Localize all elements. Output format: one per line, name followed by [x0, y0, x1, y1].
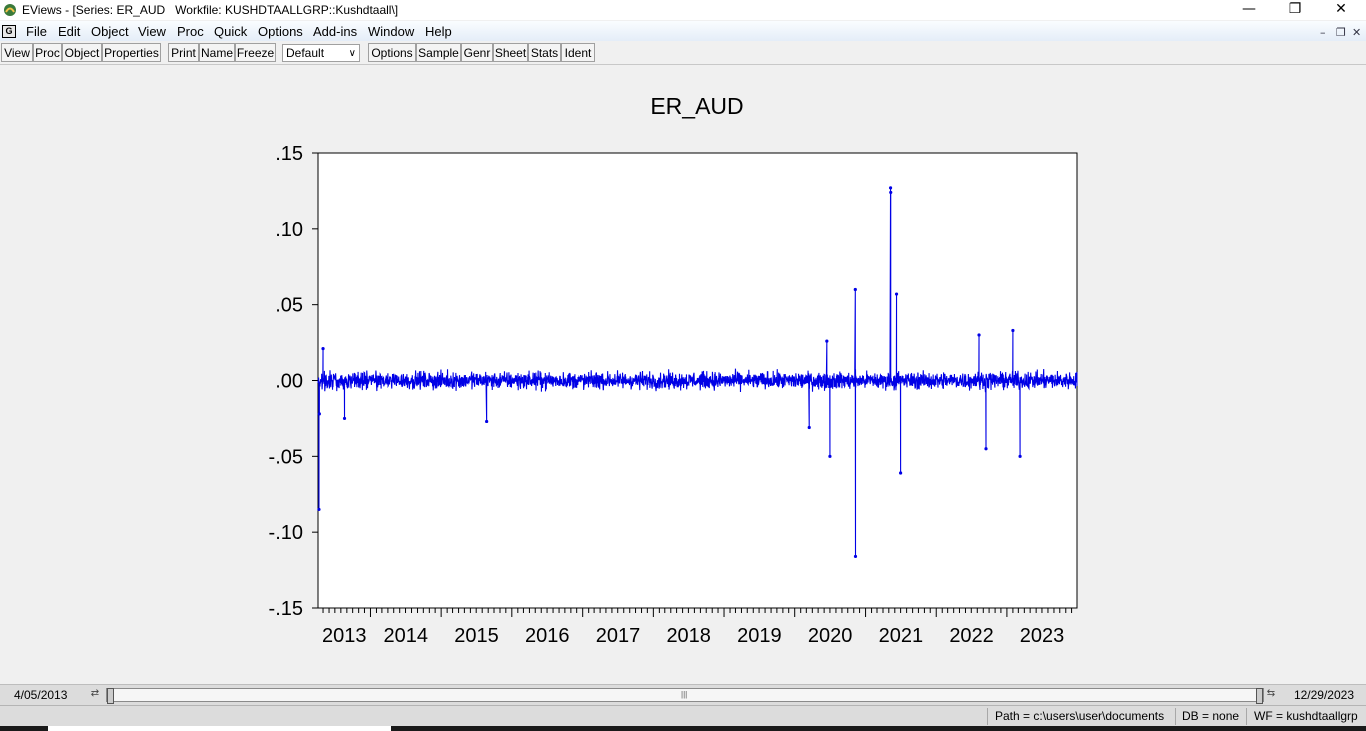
- status-wf: WF = kushdtaallgrp: [1254, 709, 1358, 723]
- data-point: [342, 416, 347, 421]
- object-toolbar: View Proc Object Properties Print Name F…: [0, 42, 1366, 65]
- status-divider: [1246, 708, 1247, 725]
- status-bar: Path = c:\users\user\documents DB = none…: [0, 705, 1366, 727]
- data-point: [889, 190, 893, 195]
- menu-quick[interactable]: Quick: [214, 24, 247, 39]
- name-button[interactable]: Name: [199, 43, 235, 62]
- menu-object[interactable]: Object: [91, 24, 129, 39]
- child-minimize-button[interactable]: –: [1320, 26, 1326, 39]
- data-point: [807, 425, 811, 430]
- ident-button[interactable]: Ident: [561, 43, 595, 62]
- status-divider: [987, 708, 988, 725]
- menubar: G File Edit Object View Proc Quick Optio…: [0, 21, 1366, 41]
- eviews-app-icon: [4, 4, 16, 16]
- x-tick-label: 2017: [596, 625, 641, 647]
- data-point: [317, 507, 321, 512]
- menu-addins[interactable]: Add-ins: [313, 24, 357, 39]
- taskbar-edge: [0, 726, 1366, 731]
- scroll-right-arrow-icon[interactable]: ⇆: [1262, 686, 1280, 702]
- child-close-button[interactable]: ✕: [1352, 26, 1361, 39]
- menu-file[interactable]: File: [26, 24, 47, 39]
- data-point: [317, 412, 321, 416]
- child-restore-button[interactable]: ❐: [1336, 26, 1346, 39]
- y-tick-label: .15: [275, 143, 303, 165]
- minimize-button[interactable]: —: [1226, 0, 1272, 20]
- menu-edit[interactable]: Edit: [58, 24, 80, 39]
- taskbar-highlight: [48, 726, 391, 731]
- stats-button[interactable]: Stats: [528, 43, 561, 62]
- freeze-button[interactable]: Freeze: [235, 43, 276, 62]
- line-chart[interactable]: ER_AUD .15 .10 .05 .00 -.05 -.10 -.15 2013 2014…: [0, 65, 1366, 684]
- x-tick-label: 2023: [1020, 625, 1065, 647]
- data-point: [899, 471, 903, 475]
- sample-start-date: 4/05/2013: [14, 688, 68, 702]
- status-db: DB = none: [1182, 709, 1240, 723]
- data-point: [828, 454, 832, 458]
- sample-scrollbar[interactable]: |||: [106, 688, 1264, 704]
- x-tick-label: 2020: [808, 625, 853, 647]
- status-divider: [1175, 708, 1176, 725]
- chart-title: ER_AUD: [650, 93, 743, 119]
- graph-template-select[interactable]: Default ∨: [282, 44, 360, 62]
- y-tick-label: -.05: [269, 446, 303, 468]
- menu-options[interactable]: Options: [258, 24, 303, 39]
- data-point: [984, 447, 988, 451]
- restore-button[interactable]: ❐: [1272, 0, 1318, 20]
- data-point: [1018, 454, 1022, 458]
- object-button[interactable]: Object: [62, 43, 102, 62]
- x-tick-label: 2022: [949, 625, 994, 647]
- sheet-button[interactable]: Sheet: [493, 43, 528, 62]
- data-point: [485, 419, 489, 424]
- x-tick-label: 2019: [737, 625, 782, 647]
- window-title: EViews - [Series: ER_AUD Workfile: KUSHD…: [22, 3, 399, 17]
- data-point: [853, 287, 857, 292]
- options-button[interactable]: Options: [368, 43, 416, 62]
- data-point: [888, 186, 893, 190]
- properties-button[interactable]: Properties: [102, 43, 161, 62]
- sample-button[interactable]: Sample: [416, 43, 461, 62]
- y-tick-label: -.10: [269, 522, 303, 544]
- x-tick-label: 2014: [384, 625, 429, 647]
- y-axis: .15 .10 .05 .00 -.05 -.10 -.15: [269, 143, 318, 620]
- view-button[interactable]: View: [1, 43, 33, 62]
- x-tick-label: 2015: [454, 625, 499, 647]
- y-tick-label: .05: [275, 295, 303, 317]
- sample-start-handle[interactable]: [107, 688, 114, 704]
- y-tick-label: .10: [275, 219, 303, 241]
- close-button[interactable]: ✕: [1318, 0, 1364, 20]
- x-tick-label: 2016: [525, 625, 570, 647]
- data-point: [825, 339, 829, 343]
- chevron-down-icon: ∨: [348, 48, 356, 59]
- data-point: [853, 554, 858, 559]
- status-path: Path = c:\users\user\documents: [995, 709, 1165, 723]
- graph-template-value: Default: [286, 46, 325, 60]
- menu-proc[interactable]: Proc: [177, 24, 204, 39]
- sample-end-date: 12/29/2023: [1293, 688, 1354, 702]
- x-tick-label: 2013: [322, 625, 367, 647]
- data-point: [894, 292, 899, 296]
- y-tick-label: .00: [275, 371, 303, 393]
- eviews-menu-icon[interactable]: G: [2, 25, 16, 38]
- window-titlebar: EViews - [Series: ER_AUD Workfile: KUSHD…: [0, 0, 1366, 20]
- x-axis: 2013 2014 2015 2016 2017 2018 2019 2020 2021 2022…: [322, 608, 1073, 647]
- genr-button[interactable]: Genr: [461, 43, 493, 62]
- x-tick-label: 2018: [666, 625, 711, 647]
- y-tick-label: -.15: [269, 598, 303, 620]
- menu-view[interactable]: View: [138, 24, 166, 39]
- menu-window[interactable]: Window: [368, 24, 414, 39]
- scrollbar-grip-icon: |||: [681, 690, 688, 699]
- data-point: [977, 333, 981, 337]
- menu-help[interactable]: Help: [425, 24, 452, 39]
- scroll-left-arrow-icon[interactable]: ⇄: [86, 686, 104, 702]
- x-tick-label: 2021: [879, 625, 924, 647]
- data-point: [1011, 328, 1015, 333]
- graph-view: ER_AUD .15 .10 .05 .00 -.05 -.10 -.15 2013 2014…: [0, 65, 1366, 684]
- data-point: [321, 347, 325, 351]
- print-button[interactable]: Print: [168, 43, 199, 62]
- proc-button[interactable]: Proc: [33, 43, 62, 62]
- sample-range-bar: 4/05/2013 ⇄ ||| ⇆ 12/29/2023: [0, 684, 1366, 705]
